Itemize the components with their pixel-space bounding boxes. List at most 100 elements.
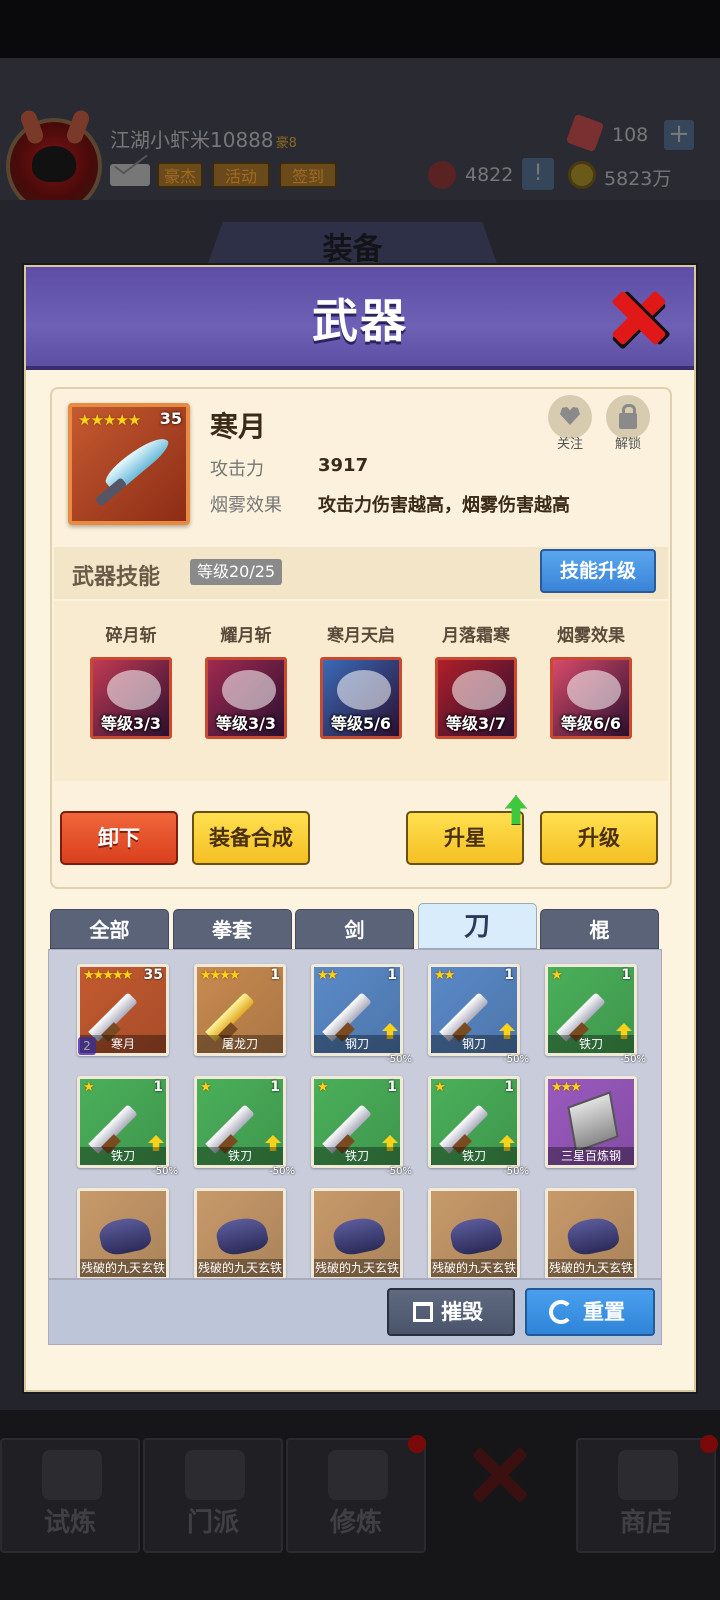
inventory-item[interactable]: ★ 1 -50% 铁刀 [428, 1076, 529, 1177]
crossed-swords-icon[interactable] [470, 1445, 530, 1505]
nav-trial-label: 试炼 [43, 1508, 96, 1538]
alert-button[interactable]: ! [522, 158, 554, 190]
skill-item[interactable]: 耀月斩 等级3/3 [201, 621, 291, 739]
shop-icon [618, 1450, 678, 1500]
tag-event-button[interactable]: 活动 [212, 162, 270, 188]
heart-icon [560, 407, 580, 425]
unequip-button[interactable]: 卸下 [60, 811, 178, 865]
weapon-dialog: 武器 ★★★★★ 35 寒月 攻击力 3917 烟雾效果 攻击力伤害越高，烟雾伤… [24, 265, 696, 1392]
nav-train[interactable]: 修炼 [286, 1438, 426, 1553]
skill-item[interactable]: 烟雾效果等级6/6 [546, 621, 636, 739]
inventory-item[interactable]: 残破的九天玄铁 [428, 1188, 520, 1278]
inventory-item[interactable]: ★ 1 -50% 铁刀 [311, 1076, 412, 1177]
inventory-item[interactable]: ★ 1 -50% 铁刀 [545, 964, 646, 1065]
tag-hero-button[interactable]: 豪杰 [157, 162, 203, 188]
skill-name: 烟雾效果 [557, 626, 625, 646]
item-stars: ★ [434, 1080, 446, 1095]
gem-count: 108 [612, 124, 649, 146]
skill-item[interactable]: 月落霜寒 等级3/7 [431, 621, 521, 739]
item-stars: ★ [551, 968, 563, 983]
dialog-title: 武器 [312, 294, 408, 348]
skills-title: 武器技能 [72, 565, 161, 590]
item-count: 1 [387, 1079, 397, 1095]
inventory-item[interactable]: ★★★ 三星百炼钢 [545, 1076, 637, 1168]
dialog-header: 武器 [26, 267, 694, 370]
weapon-name: 寒月 [210, 410, 267, 443]
tab-2[interactable]: 剑 [295, 909, 414, 949]
mail-icon[interactable] [110, 164, 150, 186]
skill-icon[interactable]: 等级3/3 [205, 657, 287, 739]
inventory-item[interactable]: ★★ 1 -50% 钢刀 [428, 964, 529, 1065]
status-bar-area [0, 0, 720, 58]
inventory-item[interactable]: ★★★★ 1 屠龙刀 [194, 964, 286, 1056]
item-stars: ★★★★ [200, 968, 241, 983]
tab-0[interactable]: 全部 [50, 909, 169, 949]
refresh-icon [549, 1300, 573, 1324]
inventory-item[interactable]: 残破的九天玄铁 [545, 1188, 637, 1278]
inventory-item[interactable]: ★ 1 -50% 铁刀 [77, 1076, 178, 1177]
book-icon [328, 1450, 388, 1500]
skill-level: 等级3/3 [215, 714, 277, 733]
skill-icon[interactable]: 等级5/6 [320, 657, 402, 739]
item-discount: -50% [620, 1054, 646, 1065]
close-icon[interactable] [611, 289, 667, 345]
synthesize-button[interactable]: 装备合成 [192, 811, 310, 865]
energy-icon [428, 161, 456, 189]
nav-trial[interactable]: 试炼 [0, 1438, 140, 1553]
skill-art-icon [452, 670, 506, 710]
add-gems-button[interactable]: + [664, 120, 694, 150]
item-count: 1 [270, 1079, 280, 1095]
energy-count: 4822 [465, 164, 514, 186]
tab-3[interactable]: 刀 [417, 903, 537, 949]
nav-sect[interactable]: 门派 [143, 1438, 283, 1553]
destroy-button[interactable]: 摧毁 [387, 1288, 515, 1336]
skill-icon[interactable]: 等级3/3 [90, 657, 172, 739]
coin-count: 5823万 [604, 168, 672, 190]
skill-upgrade-button[interactable]: 技能升级 [540, 549, 656, 593]
upgrade-button[interactable]: 升级 [540, 811, 658, 865]
destroy-label: 摧毁 [441, 1300, 483, 1324]
trial-icon [42, 1450, 102, 1500]
skill-item[interactable]: 碎月斩 等级3/3 [86, 621, 176, 739]
item-discount: -50% [503, 1166, 529, 1177]
item-name: 铁刀 [314, 1147, 400, 1165]
skill-item[interactable]: 寒月天启等级5/6 [316, 621, 406, 739]
inventory-item[interactable]: ★ 1 -50% 铁刀 [194, 1076, 295, 1177]
weapon-stars: ★★★★★ [78, 411, 141, 429]
notification-dot [700, 1435, 718, 1453]
inventory-item[interactable]: ★★ 1 -50% 钢刀 [311, 964, 412, 1065]
skills-level-tag: 等级20/25 [190, 559, 283, 585]
item-count: 35 [143, 967, 163, 983]
inventory-item[interactable]: ★★★★★ 35 2 寒月 [77, 964, 169, 1056]
item-stars: ★★ [434, 968, 455, 983]
unlock-label: 解锁 [614, 437, 641, 452]
ingot-icon [567, 1091, 619, 1153]
item-name: 屠龙刀 [197, 1035, 283, 1053]
skill-art-icon [567, 670, 621, 710]
item-discount: -50% [152, 1166, 178, 1177]
tag-checkin-button[interactable]: 签到 [279, 162, 337, 188]
reset-button[interactable]: 重置 [525, 1288, 655, 1336]
inventory-item[interactable]: 残破的九天玄铁 [194, 1188, 286, 1278]
nav-shop[interactable]: 商店 [576, 1438, 716, 1553]
effect-value: 攻击力伤害越高，烟雾伤害越高 [318, 495, 570, 516]
star-up-button[interactable]: 升星 [406, 811, 524, 865]
tab-1[interactable]: 拳套 [172, 909, 292, 949]
weapon-detail-card: ★★★★★ 35 寒月 攻击力 3917 烟雾效果 攻击力伤害越高，烟雾伤害越高… [50, 387, 672, 889]
item-count: 1 [153, 1079, 163, 1095]
notification-dot [408, 1435, 426, 1453]
item-name: 钢刀 [314, 1035, 400, 1053]
inventory-grid: ★★★★★ 35 2 寒月 ★★★★ 1 屠龙刀 ★★ 1 -50% 钢刀 ★★ 1 -50% 钢刀 ★ 1 -5… [48, 949, 662, 1279]
inventory-footer: 摧毁 重置 [48, 1279, 662, 1345]
attack-value: 3917 [318, 455, 369, 476]
inventory-item[interactable]: 残破的九天玄铁 [77, 1188, 169, 1278]
skill-icon[interactable]: 等级3/7 [435, 657, 517, 739]
category-tabs: 全部 拳套剑刀棍 [50, 903, 664, 949]
inventory-item[interactable]: 残破的九天玄铁 [311, 1188, 403, 1278]
skill-name: 寒月天启 [327, 626, 395, 646]
tab-4[interactable]: 棍 [540, 909, 659, 949]
skill-icon[interactable]: 等级6/6 [550, 657, 632, 739]
skill-level: 等级6/6 [560, 714, 622, 733]
item-name: 残破的九天玄铁 [80, 1259, 166, 1277]
ore-icon [565, 1214, 621, 1258]
